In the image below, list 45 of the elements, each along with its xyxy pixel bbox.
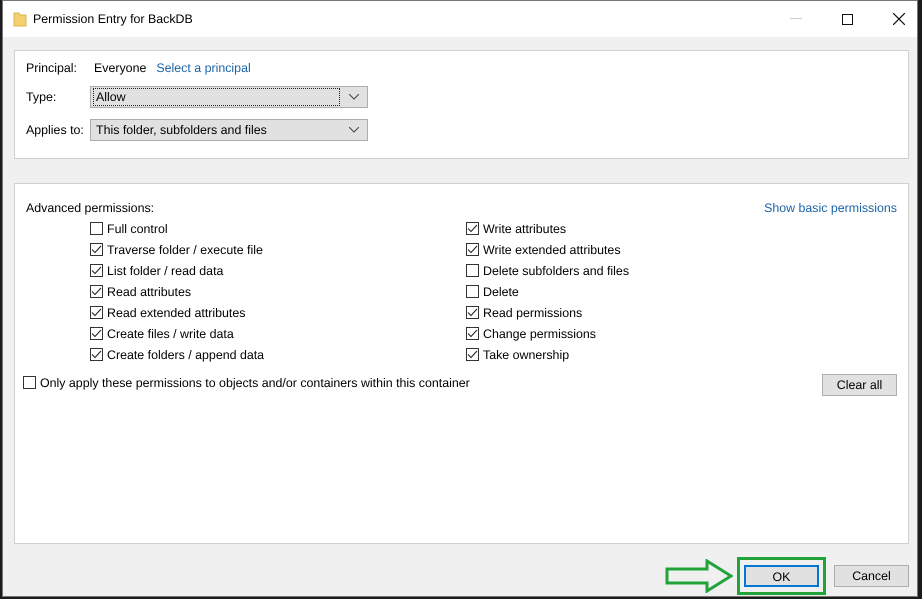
type-label: Type: — [26, 90, 58, 104]
principal-label: Principal: — [26, 61, 78, 75]
permission-checkbox[interactable]: Delete — [466, 283, 519, 300]
checkmark-icon — [91, 287, 102, 296]
applies-to-label: Applies to: — [26, 123, 85, 137]
permission-checkbox[interactable]: Full control — [90, 220, 168, 237]
checkmark-icon — [91, 266, 102, 275]
checkmark-icon — [91, 329, 102, 338]
permission-checkbox[interactable]: Read attributes — [90, 283, 192, 300]
checkmark-icon — [91, 308, 102, 317]
permission-checkbox[interactable]: Traverse folder / execute file — [90, 241, 263, 258]
type-dropdown[interactable]: Allow — [90, 86, 368, 108]
principal-name: Everyone — [94, 61, 146, 75]
chevron-down-icon — [349, 127, 359, 133]
checkmark-icon — [91, 245, 102, 254]
only-apply-checkbox[interactable]: Only apply these permissions to objects and/or containers within this container — [23, 374, 470, 391]
checkmark-icon — [467, 350, 478, 359]
window-title: Permission Entry for BackDB — [33, 12, 193, 26]
checkmark-icon — [467, 224, 478, 233]
checkmark-icon — [467, 308, 478, 317]
permission-checkbox[interactable]: Write attributes — [466, 220, 566, 237]
checkmark-icon — [467, 329, 478, 338]
permission-checkbox[interactable]: Read permissions — [466, 304, 582, 321]
ok-button[interactable]: OK — [744, 565, 819, 587]
chevron-down-icon — [349, 94, 359, 100]
permission-checkbox[interactable]: Take ownership — [466, 346, 570, 363]
permission-checkbox[interactable]: Delete subfolders and files — [466, 262, 630, 279]
maximize-icon[interactable] — [842, 14, 853, 24]
cancel-button[interactable]: Cancel — [834, 565, 909, 587]
advanced-permissions-label: Advanced permissions: — [26, 201, 154, 215]
permission-checkbox[interactable]: Create folders / append data — [90, 346, 264, 363]
permission-checkbox[interactable]: Write extended attributes — [466, 241, 621, 258]
arrow-icon — [665, 559, 733, 593]
checkmark-icon — [91, 350, 102, 359]
select-principal-link[interactable]: Select a principal — [156, 61, 251, 75]
permission-checkbox[interactable]: Read extended attributes — [90, 304, 246, 321]
applies-to-dropdown[interactable]: This folder, subfolders and files — [90, 119, 368, 141]
permission-checkbox[interactable]: Change permissions — [466, 325, 596, 342]
close-icon[interactable] — [893, 13, 905, 25]
permission-checkbox[interactable]: Create files / write data — [90, 325, 234, 342]
checkmark-icon — [467, 245, 478, 254]
permission-checkbox[interactable]: List folder / read data — [90, 262, 224, 279]
clear-all-button[interactable]: Clear all — [822, 374, 897, 396]
folder-icon — [13, 11, 27, 27]
show-basic-permissions-link[interactable]: Show basic permissions — [764, 201, 897, 215]
